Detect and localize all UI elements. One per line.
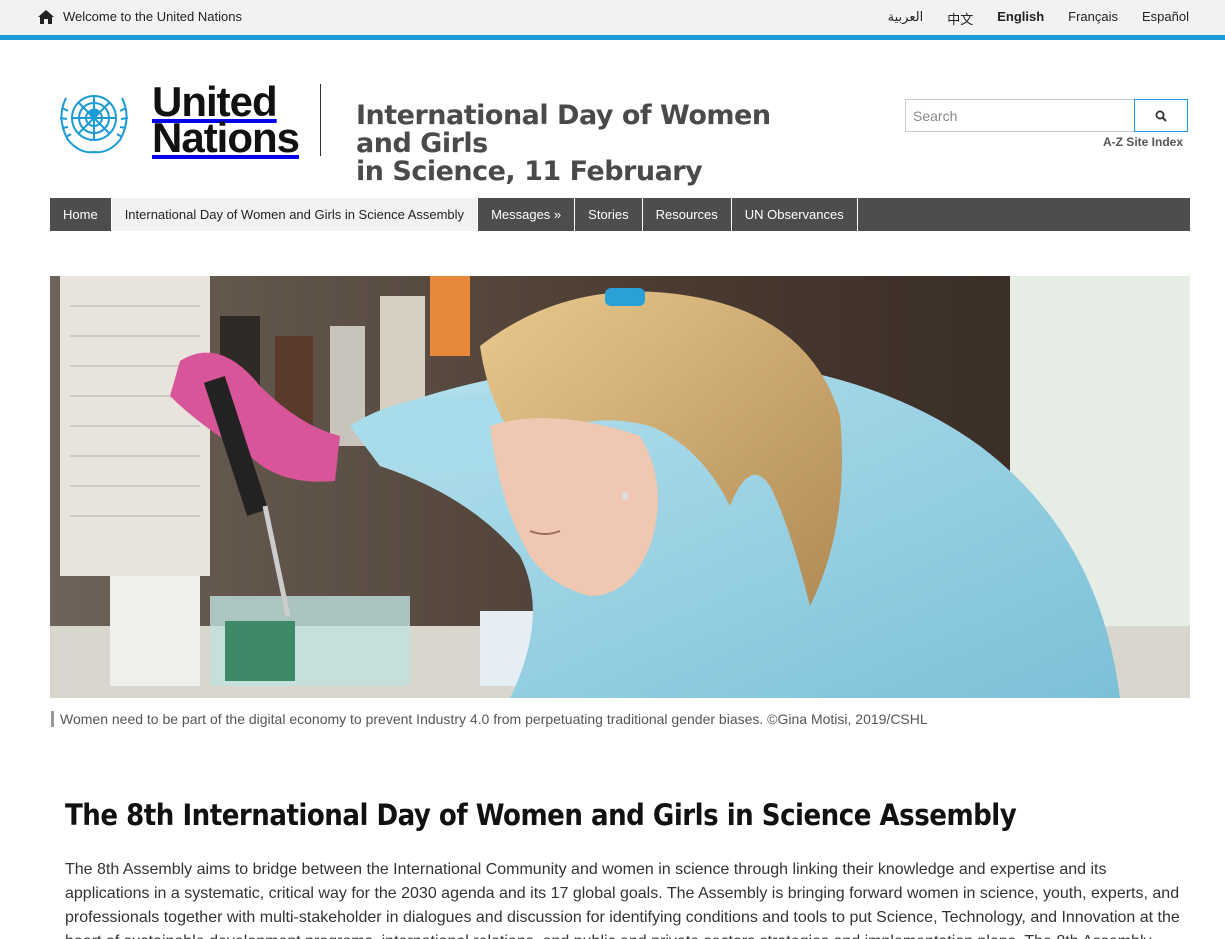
nav-home[interactable]: Home [50, 198, 112, 231]
search-icon [1155, 110, 1167, 122]
nav-assembly[interactable]: International Day of Women and Girls in … [111, 198, 479, 231]
logo-divider [320, 84, 321, 156]
article-title: The 8th International Day of Women and G… [65, 798, 1017, 832]
az-site-index-link[interactable]: A-Z Site Index [1103, 135, 1183, 149]
search-form [905, 99, 1188, 132]
nav-un-observances[interactable]: UN Observances [732, 198, 858, 231]
lang-chinese[interactable]: 中文 [947, 9, 973, 28]
hero-image [50, 276, 1190, 698]
logo-wordmark: United Nations [152, 81, 300, 161]
article-body: The 8th Assembly aims to bridge between … [65, 861, 1180, 939]
language-switcher: العربية 中文 English Français Español [888, 9, 1189, 28]
welcome-link[interactable]: Welcome to the United Nations [38, 9, 242, 24]
accent-stripe [0, 35, 1225, 40]
nav-stories[interactable]: Stories [575, 198, 643, 231]
home-icon [38, 9, 54, 24]
site-title-line-1: International Day of Women and Girls [356, 100, 771, 159]
nav-resources[interactable]: Resources [643, 198, 732, 231]
site-title: International Day of Women and Girls in … [356, 102, 816, 186]
lang-english[interactable]: English [997, 9, 1044, 28]
search-button[interactable] [1134, 99, 1188, 132]
search-input[interactable] [905, 99, 1134, 132]
hero-caption: Women need to be part of the digital eco… [51, 711, 928, 727]
main-nav: Home International Day of Women and Girl… [50, 198, 1190, 231]
un-logo[interactable]: United Nations [46, 80, 300, 161]
hero-photo [50, 276, 1190, 698]
site-title-line-2: in Science, 11 February [356, 156, 703, 187]
top-bar: Welcome to the United Nations العربية 中文… [0, 0, 1225, 35]
un-emblem-icon [59, 95, 129, 154]
logo-line-2: Nations [152, 114, 300, 161]
nav-messages[interactable]: Messages » [478, 198, 576, 231]
lang-french[interactable]: Français [1068, 9, 1118, 28]
welcome-label: Welcome to the United Nations [63, 9, 242, 24]
lang-spanish[interactable]: Español [1142, 9, 1189, 28]
lang-arabic[interactable]: العربية [888, 9, 924, 28]
